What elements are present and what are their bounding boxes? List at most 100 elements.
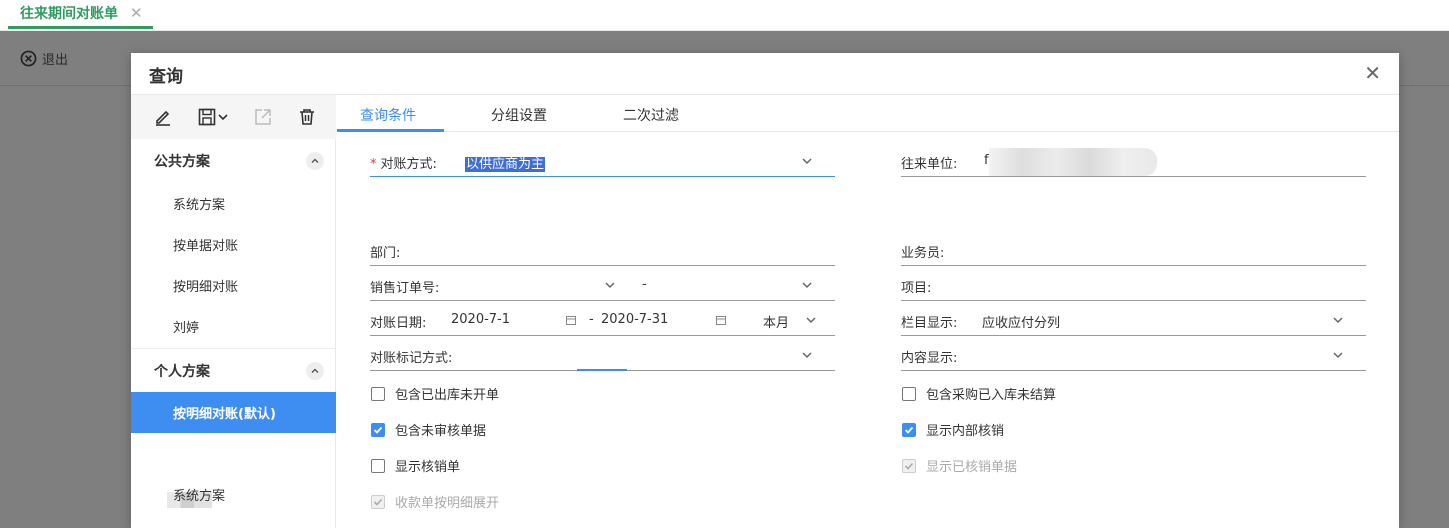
dialog-header: 查询 ✕ — [131, 53, 1399, 95]
sales-order-label: 销售订单号: — [370, 281, 440, 296]
close-icon[interactable]: ✕ — [130, 4, 143, 22]
checkbox-box-checked[interactable] — [371, 422, 385, 437]
chevron-down-icon — [802, 158, 812, 165]
active-tab-indicator — [337, 129, 444, 132]
date-separator: - — [589, 312, 594, 327]
checkbox-box[interactable] — [371, 386, 385, 401]
focus-indicator — [577, 369, 627, 371]
checkbox-label: 包含未审核单据 — [395, 424, 487, 439]
check-icon — [904, 462, 914, 470]
check-icon — [904, 426, 914, 434]
personal-scheme-header[interactable]: 个人方案 — [131, 348, 336, 392]
public-scheme-header[interactable]: 公共方案 — [131, 139, 336, 183]
content-display-select[interactable]: 内容显示: — [901, 341, 1366, 371]
recon-mark-select[interactable]: 对账标记方式: — [370, 341, 835, 371]
chevron-down-icon — [1333, 317, 1343, 324]
chevron-up-icon[interactable] — [306, 362, 324, 380]
page-tab-title: 往来期间对账单 — [20, 6, 118, 22]
project-field[interactable]: 项目: — [901, 271, 1366, 301]
column-display-label: 栏目显示: — [901, 316, 958, 331]
chevron-down-icon — [218, 114, 228, 121]
recon-mode-select[interactable]: * 对账方式: 以供应商为主 — [370, 147, 835, 177]
checkbox-box-checked[interactable] — [902, 422, 916, 437]
calendar-icon[interactable] — [715, 314, 727, 326]
checkbox-label: 包含采购已入库未结算 — [926, 388, 1057, 403]
checkbox-include-received-unsettled[interactable]: 包含采购已入库未结算 — [902, 384, 1056, 403]
trash-icon — [300, 109, 314, 125]
recon-date-range[interactable]: 对账日期: 2020-7-1 - 2020-7-31 本月 — [370, 306, 835, 336]
checkbox-box-disabled — [902, 458, 916, 473]
scheme-item-default[interactable]: 按明细对账(默认) — [131, 392, 336, 433]
partner-field[interactable]: 往来单位: f — [901, 147, 1366, 177]
checkbox-include-shipped-unbilled[interactable]: 包含已出库未开单 — [371, 384, 499, 403]
salesman-label: 业务员: — [901, 246, 945, 261]
query-dialog: 查询 ✕ 公共方案 系统方案 按单据对账 按明细对账 刘婷 个人方案 按明细对账… — [131, 53, 1399, 528]
scheme-item[interactable]: 按明细对账 — [131, 265, 336, 306]
recon-date-label: 对账日期: — [370, 316, 427, 331]
chevron-up-icon[interactable] — [306, 152, 324, 170]
partner-label: 往来单位: — [901, 157, 958, 172]
scheme-toolbar — [131, 95, 336, 139]
chevron-down-icon — [1333, 352, 1343, 359]
checkbox-label: 显示核销单 — [395, 460, 461, 475]
export-icon — [255, 109, 271, 125]
checkbox-label: 显示内部核销 — [926, 424, 1005, 439]
checkbox-expand-receipts: 收款单按明细展开 — [371, 492, 499, 511]
chevron-down-icon[interactable] — [604, 279, 616, 291]
chevron-down-icon[interactable] — [805, 314, 817, 326]
scheme-panel: 公共方案 系统方案 按单据对账 按明细对账 刘婷 个人方案 按明细对账(默认) … — [131, 95, 336, 528]
calendar-icon[interactable] — [565, 314, 577, 326]
column-display-select[interactable]: 栏目显示: 应收应付分列 — [901, 306, 1366, 336]
page-tab-statement[interactable]: 往来期间对账单 ✕ — [8, 0, 153, 29]
checkbox-include-unaudited[interactable]: 包含未审核单据 — [371, 420, 486, 439]
recon-mode-value: 以供应商为主 — [465, 157, 546, 172]
column-display-value: 应收应付分列 — [982, 316, 1061, 331]
required-mark: * — [370, 157, 377, 172]
pencil-icon — [156, 110, 170, 126]
checkbox-show-internal-writeoff[interactable]: 显示内部核销 — [902, 420, 1004, 439]
date-to-value[interactable]: 2020-7-31 — [601, 312, 668, 327]
tab-group-settings[interactable]: 分组设置 — [491, 105, 547, 125]
checkbox-show-writeoff[interactable]: 显示核销单 — [371, 456, 460, 475]
scheme-item[interactable]: 按单据对账 — [131, 224, 336, 265]
redacted-partner-value — [989, 148, 1157, 176]
department-label: 部门: — [370, 246, 401, 261]
department-field[interactable]: 部门: — [370, 236, 835, 266]
query-content: 查询条件 分组设置 二次过滤 * 对账方式: 以供应商为主 往来单位: f 部门:… — [337, 95, 1399, 528]
checkbox-label: 显示已核销单据 — [926, 460, 1018, 475]
sales-order-separator: - — [642, 277, 647, 292]
checkbox-box-disabled — [371, 494, 385, 509]
salesman-field[interactable]: 业务员: — [901, 236, 1366, 266]
date-period-value[interactable]: 本月 — [763, 312, 789, 331]
chevron-down-icon — [802, 352, 812, 359]
dialog-close-button[interactable]: ✕ — [1364, 63, 1381, 83]
date-from-value[interactable]: 2020-7-1 — [451, 312, 510, 327]
public-scheme-title: 公共方案 — [154, 154, 210, 170]
recon-mark-label: 对账标记方式: — [370, 351, 453, 366]
checkbox-box[interactable] — [371, 458, 385, 473]
tab-secondary-filter[interactable]: 二次过滤 — [623, 105, 679, 125]
dialog-title: 查询 — [149, 67, 183, 87]
tab-query-conditions[interactable]: 查询条件 — [360, 105, 416, 125]
scheme-item[interactable]: 刘婷 — [131, 306, 336, 347]
checkbox-show-written-off: 显示已核销单据 — [902, 456, 1017, 475]
content-display-label: 内容显示: — [901, 351, 958, 366]
save-icon — [198, 108, 216, 126]
page-tab-bar: 往来期间对账单 ✕ — [0, 0, 1449, 31]
project-label: 项目: — [901, 281, 932, 296]
sales-order-range[interactable]: 销售订单号: - — [370, 271, 835, 301]
query-tabs: 查询条件 分组设置 二次过滤 — [337, 95, 1399, 132]
scheme-item[interactable]: 系统方案 — [131, 183, 336, 224]
recon-mode-label: 对账方式: — [380, 157, 437, 172]
checkbox-label: 包含已出库未开单 — [395, 388, 500, 403]
check-icon — [373, 426, 383, 434]
delete-button[interactable] — [297, 107, 317, 127]
export-button[interactable] — [253, 107, 273, 127]
scheme-item[interactable]: 系统方案 — [131, 474, 336, 515]
edit-button[interactable] — [153, 107, 173, 127]
personal-scheme-title: 个人方案 — [154, 363, 210, 380]
chevron-down-icon[interactable] — [801, 279, 813, 291]
save-dropdown-button[interactable] — [197, 107, 229, 127]
partner-value: f — [984, 153, 989, 168]
checkbox-box[interactable] — [902, 386, 916, 401]
